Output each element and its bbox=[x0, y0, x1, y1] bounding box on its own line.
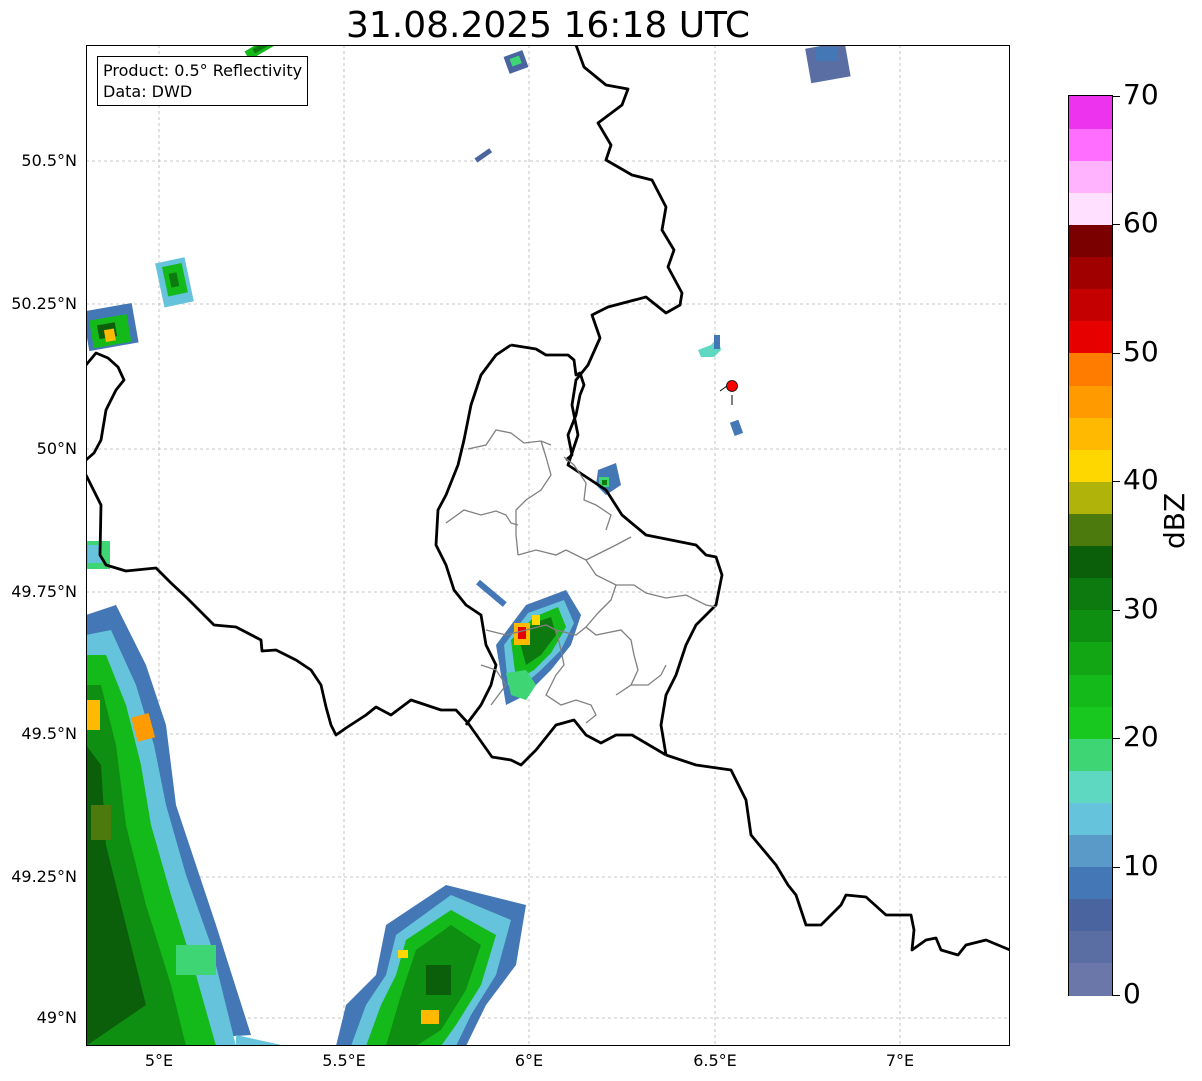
colorbar-segment bbox=[1069, 738, 1112, 771]
colorbar-segment bbox=[1069, 577, 1112, 611]
lon-label: 6°E bbox=[514, 1051, 544, 1070]
lon-label: 7°E bbox=[885, 1051, 915, 1070]
colorbar-tick-label: 60 bbox=[1123, 206, 1159, 240]
lon-label: 5°E bbox=[144, 1051, 174, 1070]
colorbar-tick bbox=[1113, 995, 1120, 996]
colorbar-segment bbox=[1069, 384, 1112, 418]
colorbar-tick-label: 0 bbox=[1123, 977, 1141, 1010]
echo-cell-east-1 bbox=[698, 335, 721, 357]
lat-label: 49.75°N bbox=[11, 582, 77, 601]
colorbar-tick bbox=[1113, 609, 1120, 611]
lon-label: 6.5°E bbox=[693, 1051, 737, 1070]
colorbar-segment bbox=[1069, 288, 1112, 322]
lat-label: 50.25°N bbox=[11, 294, 77, 313]
colorbar-segment bbox=[1069, 802, 1112, 836]
colorbar-segment bbox=[1069, 834, 1112, 868]
colorbar-segment bbox=[1069, 609, 1112, 643]
country-borders bbox=[86, 45, 1010, 957]
radar-site-dot bbox=[726, 380, 738, 392]
colorbar-segment bbox=[1069, 673, 1112, 707]
colorbar-segment bbox=[1069, 224, 1112, 258]
data-source-label: Data: DWD bbox=[103, 82, 193, 101]
echo-cell-west bbox=[86, 303, 139, 352]
echo-streak bbox=[474, 148, 493, 163]
colorbar-segment bbox=[1069, 320, 1112, 354]
radar-map bbox=[86, 45, 1010, 1046]
colorbar-tick bbox=[1113, 738, 1120, 740]
reflectivity-echoes bbox=[86, 45, 851, 1046]
colorbar-segment bbox=[1069, 96, 1112, 129]
colorbar-segment bbox=[1069, 641, 1112, 675]
lat-label: 49.25°N bbox=[11, 867, 77, 886]
colorbar-segment bbox=[1069, 481, 1112, 514]
radar-map-canvas bbox=[86, 45, 1010, 1046]
colorbar-tick-label: 70 bbox=[1123, 78, 1159, 111]
lon-label: 5.5°E bbox=[322, 1051, 366, 1070]
colorbar-segment bbox=[1069, 706, 1112, 739]
colorbar-segment bbox=[1069, 930, 1112, 964]
colorbar-segment bbox=[1069, 545, 1112, 579]
map-title: 31.08.2025 16:18 UTC bbox=[345, 5, 751, 46]
product-label: Product: 0.5° Reflectivity bbox=[103, 61, 303, 80]
lat-label: 50°N bbox=[36, 439, 77, 458]
colorbar-segment bbox=[1069, 962, 1112, 996]
colorbar-tick-label: 40 bbox=[1123, 463, 1159, 497]
colorbar-segment bbox=[1069, 256, 1112, 290]
colorbar-segment bbox=[1069, 770, 1112, 803]
colorbar-tick bbox=[1113, 866, 1120, 868]
colorbar-segment bbox=[1069, 352, 1112, 386]
colorbar-tick bbox=[1113, 96, 1120, 97]
colorbar-tick bbox=[1113, 224, 1120, 226]
graticule bbox=[86, 45, 1010, 1046]
echo-cell-border bbox=[596, 463, 621, 495]
echo-cell-nw bbox=[155, 257, 194, 308]
colorbar-tick-label: 20 bbox=[1123, 720, 1159, 754]
colorbar-segment bbox=[1069, 513, 1112, 547]
lat-label: 49°N bbox=[36, 1008, 77, 1027]
colorbar-tick-label: 50 bbox=[1123, 334, 1159, 368]
colorbar bbox=[1068, 95, 1113, 996]
echo-top-center bbox=[503, 50, 529, 74]
colorbar-tick-label: 30 bbox=[1123, 591, 1159, 625]
lat-label: 50.5°N bbox=[21, 151, 77, 170]
colorbar-segment bbox=[1069, 866, 1112, 900]
echo-top-right bbox=[805, 45, 851, 84]
colorbar-segment bbox=[1069, 192, 1112, 226]
lat-label: 49.5°N bbox=[21, 724, 77, 743]
colorbar-segment bbox=[1069, 898, 1112, 932]
echo-cell-east-2 bbox=[729, 419, 744, 436]
colorbar-segment bbox=[1069, 128, 1112, 161]
echo-band-south bbox=[336, 885, 526, 1046]
echo-band-southwest bbox=[86, 605, 286, 1046]
colorbar-tick-label: 10 bbox=[1123, 848, 1159, 882]
product-info-box: Product: 0.5° Reflectivity Data: DWD bbox=[97, 56, 309, 106]
colorbar-tick bbox=[1113, 352, 1120, 354]
colorbar-segment bbox=[1069, 449, 1112, 482]
colorbar-tick bbox=[1113, 481, 1120, 483]
colorbar-segment bbox=[1069, 417, 1112, 450]
colorbar-unit-label: dBZ bbox=[1158, 492, 1191, 549]
radar-site-marker bbox=[719, 380, 738, 405]
colorbar-segment bbox=[1069, 160, 1112, 193]
